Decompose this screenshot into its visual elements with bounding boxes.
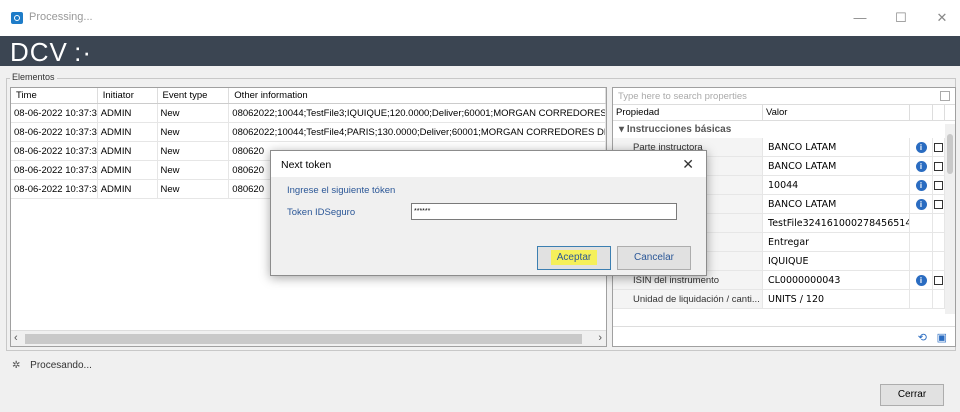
- header-banner: DCV :·: [0, 36, 960, 67]
- column-header-property[interactable]: Propiedad: [613, 105, 763, 120]
- group-label: Elementos: [10, 72, 57, 82]
- property-value: BANCO LATAM: [763, 138, 910, 156]
- property-value: BANCO LATAM: [763, 157, 910, 175]
- status-line: ✲ Procesando...: [12, 360, 92, 371]
- accept-button[interactable]: Aceptar: [537, 246, 611, 270]
- refresh-icon[interactable]: ⟲: [918, 331, 927, 344]
- column-header-time[interactable]: Time: [11, 88, 98, 103]
- dialog-title: Next token: [281, 159, 332, 171]
- scroll-right-icon[interactable]: ›: [598, 332, 602, 344]
- open-link-icon[interactable]: [934, 199, 943, 209]
- cell-time: 08-06-2022 10:37:34: [11, 161, 98, 179]
- cell-initiator: ADMIN: [98, 161, 158, 179]
- info-icon[interactable]: i: [915, 198, 927, 210]
- table-row[interactable]: 08-06-2022 10:37:34 ADMIN New 08062022;1…: [11, 104, 607, 123]
- info-icon[interactable]: i: [915, 179, 927, 191]
- cell-other-info: 08062022;10044;TestFile4;PARIS;130.0000;…: [229, 123, 607, 141]
- cell-initiator: ADMIN: [98, 180, 158, 198]
- cell-other-info: 08062022;10044;TestFile3;IQUIQUE;120.000…: [229, 104, 607, 122]
- window-title: Processing...: [29, 11, 93, 23]
- open-link-icon[interactable]: [934, 142, 943, 152]
- property-value: Entregar: [763, 233, 910, 251]
- token-input[interactable]: ******: [411, 203, 677, 220]
- property-value: UNITS / 120: [763, 290, 910, 308]
- cell-event-type: New: [158, 161, 230, 179]
- info-icon[interactable]: i: [915, 274, 927, 286]
- cell-time: 08-06-2022 10:37:34: [11, 180, 98, 198]
- column-header-initiator[interactable]: Initiator: [98, 88, 158, 103]
- dialog-footer: Aceptar Cancelar: [271, 242, 706, 275]
- cell-event-type: New: [158, 142, 230, 160]
- cell-event-type: New: [158, 123, 230, 141]
- cell-initiator: ADMIN: [98, 123, 158, 141]
- open-link-icon[interactable]: [934, 161, 943, 171]
- property-value: IQUIQUE: [763, 252, 910, 270]
- copy-icon[interactable]: [940, 91, 950, 101]
- scroll-thumb[interactable]: [947, 134, 953, 174]
- property-value: CL0000000043: [763, 271, 910, 289]
- title-bar: Processing... — ☐ ✕: [0, 0, 960, 36]
- properties-footer: ⟲ ▣: [613, 326, 955, 346]
- accept-label: Aceptar: [550, 250, 598, 265]
- cancel-button[interactable]: Cancelar: [617, 246, 691, 270]
- save-icon[interactable]: ▣: [937, 331, 947, 344]
- app-icon: [11, 12, 23, 24]
- cell-event-type: New: [158, 104, 230, 122]
- spinner-icon: ✲: [12, 360, 21, 371]
- properties-vertical-scrollbar[interactable]: [945, 124, 955, 314]
- scroll-left-icon[interactable]: ‹: [14, 332, 18, 344]
- maximize-button[interactable]: ☐: [886, 8, 916, 28]
- properties-header: Propiedad Valor: [613, 105, 955, 121]
- token-dialog: Next token ✕ Ingrese el siguiente tóken …: [270, 150, 707, 276]
- property-value: TestFile324161000278456514: [763, 214, 910, 232]
- property-value: 10044: [763, 176, 910, 194]
- minimize-button[interactable]: —: [845, 8, 875, 28]
- column-header-other-info[interactable]: Other information: [229, 88, 606, 103]
- token-field-label: Token IDSeguro: [287, 207, 356, 218]
- grid-header: Time Initiator Event type Other informat…: [11, 88, 606, 104]
- cell-time: 08-06-2022 10:37:35: [11, 142, 98, 160]
- cell-initiator: ADMIN: [98, 104, 158, 122]
- scroll-thumb[interactable]: [25, 334, 582, 344]
- close-button[interactable]: Cerrar: [880, 384, 944, 406]
- property-key: Unidad de liquidación / canti...: [613, 290, 763, 308]
- dialog-prompt: Ingrese el siguiente tóken: [287, 185, 396, 196]
- property-value: BANCO LATAM: [763, 195, 910, 213]
- column-header-value[interactable]: Valor: [763, 105, 910, 120]
- horizontal-scrollbar[interactable]: ‹ ›: [11, 330, 606, 346]
- property-row[interactable]: Unidad de liquidación / canti... UNITS / …: [613, 290, 955, 309]
- property-search-input[interactable]: Type here to search properties: [613, 88, 955, 105]
- cell-initiator: ADMIN: [98, 142, 158, 160]
- cell-time: 08-06-2022 10:37:34: [11, 104, 98, 122]
- section-basic-instructions[interactable]: ▾ Instrucciones básicas: [613, 121, 955, 138]
- info-icon[interactable]: i: [915, 160, 927, 172]
- close-window-button[interactable]: ✕: [927, 8, 957, 28]
- cell-event-type: New: [158, 180, 230, 198]
- dialog-close-icon[interactable]: ✕: [682, 156, 694, 173]
- cell-time: 08-06-2022 10:37:35: [11, 123, 98, 141]
- section-label: Instrucciones básicas: [626, 124, 732, 135]
- search-placeholder: Type here to search properties: [618, 91, 747, 102]
- table-row[interactable]: 08-06-2022 10:37:35 ADMIN New 08062022;1…: [11, 123, 607, 142]
- open-link-icon[interactable]: [934, 180, 943, 190]
- info-icon[interactable]: i: [915, 141, 927, 153]
- dcv-logo: DCV :·: [10, 37, 92, 67]
- collapse-chevron-icon[interactable]: ▾: [619, 124, 627, 135]
- dialog-body: Ingrese el siguiente tóken Token IDSegur…: [271, 177, 706, 242]
- status-text: Procesando...: [30, 360, 92, 371]
- column-header-event-type[interactable]: Event type: [158, 88, 230, 103]
- open-link-icon[interactable]: [934, 275, 943, 285]
